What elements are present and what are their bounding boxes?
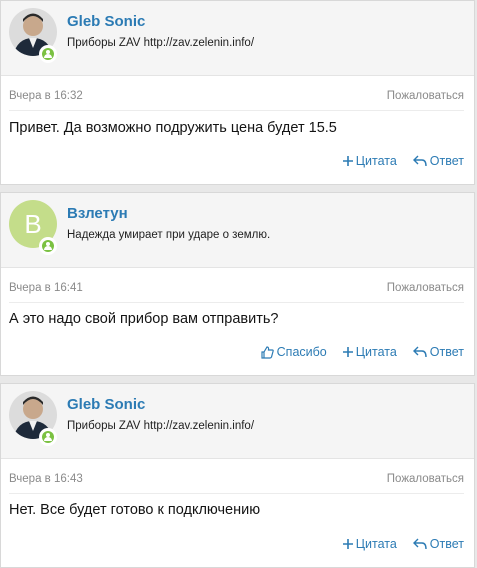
reply-button[interactable]: Ответ	[412, 343, 464, 361]
plus-icon	[342, 156, 353, 166]
quote-label: Цитата	[355, 537, 397, 551]
post-header: Gleb Sonic Приборы ZAV http://zav.zeleni…	[1, 384, 474, 459]
reply-arrow-icon	[412, 155, 427, 167]
quote-button[interactable]: Цитата	[342, 535, 397, 553]
post-actions: Цитата Ответ	[342, 535, 464, 553]
post-time[interactable]: Вчера в 16:41	[9, 282, 83, 294]
post-2: B Взлетун Надежда умирает при ударе о зе…	[0, 192, 475, 376]
post-time[interactable]: Вчера в 16:32	[9, 90, 83, 102]
online-status-icon	[39, 45, 57, 63]
post-1: Gleb Sonic Приборы ZAV http://zav.zeleni…	[0, 0, 475, 185]
post-text: А это надо свой прибор вам отправить?	[9, 311, 279, 327]
author-name[interactable]: Взлетун	[67, 205, 128, 222]
post-meta: Вчера в 16:43 Пожаловаться	[9, 464, 464, 494]
plus-icon	[342, 539, 353, 549]
author-name[interactable]: Gleb Sonic	[67, 396, 145, 413]
post-text: Привет. Да возможно подружить цена будет…	[9, 120, 337, 136]
report-link[interactable]: Пожаловаться	[387, 282, 464, 294]
post-actions: Спасибо Цитата Ответ	[261, 343, 464, 361]
quote-label: Цитата	[355, 154, 397, 168]
post-header: Gleb Sonic Приборы ZAV http://zav.zeleni…	[1, 1, 474, 76]
post-actions: Цитата Ответ	[342, 152, 464, 170]
thumbs-up-icon	[261, 345, 274, 359]
author-status: Приборы ZAV http://zav.zelenin.info/	[67, 420, 255, 432]
post-meta: Вчера в 16:32 Пожаловаться	[9, 81, 464, 111]
reply-button[interactable]: Ответ	[412, 535, 464, 553]
reply-arrow-icon	[412, 346, 427, 358]
post-header: B Взлетун Надежда умирает при ударе о зе…	[1, 193, 474, 268]
avatar[interactable]: B	[9, 200, 57, 255]
avatar[interactable]	[9, 391, 57, 446]
post-meta: Вчера в 16:41 Пожаловаться	[9, 273, 464, 303]
report-link[interactable]: Пожаловаться	[387, 473, 464, 485]
post-3: Gleb Sonic Приборы ZAV http://zav.zeleni…	[0, 383, 475, 568]
author-status: Приборы ZAV http://zav.zelenin.info/	[67, 37, 255, 49]
post-time[interactable]: Вчера в 16:43	[9, 473, 83, 485]
quote-label: Цитата	[355, 345, 397, 359]
online-status-icon	[39, 237, 57, 255]
reply-arrow-icon	[412, 538, 427, 550]
quote-button[interactable]: Цитата	[342, 152, 397, 170]
like-label: Спасибо	[276, 345, 327, 359]
reply-label: Ответ	[429, 345, 464, 359]
plus-icon	[342, 347, 353, 357]
like-button[interactable]: Спасибо	[261, 343, 327, 361]
reply-button[interactable]: Ответ	[412, 152, 464, 170]
reply-label: Ответ	[429, 537, 464, 551]
author-status: Надежда умирает при ударе о землю.	[67, 229, 271, 241]
author-name[interactable]: Gleb Sonic	[67, 13, 145, 30]
post-text: Нет. Все будет готово к подключению	[9, 502, 261, 518]
avatar[interactable]	[9, 8, 57, 63]
reply-label: Ответ	[429, 154, 464, 168]
online-status-icon	[39, 428, 57, 446]
report-link[interactable]: Пожаловаться	[387, 90, 464, 102]
quote-button[interactable]: Цитата	[342, 343, 397, 361]
